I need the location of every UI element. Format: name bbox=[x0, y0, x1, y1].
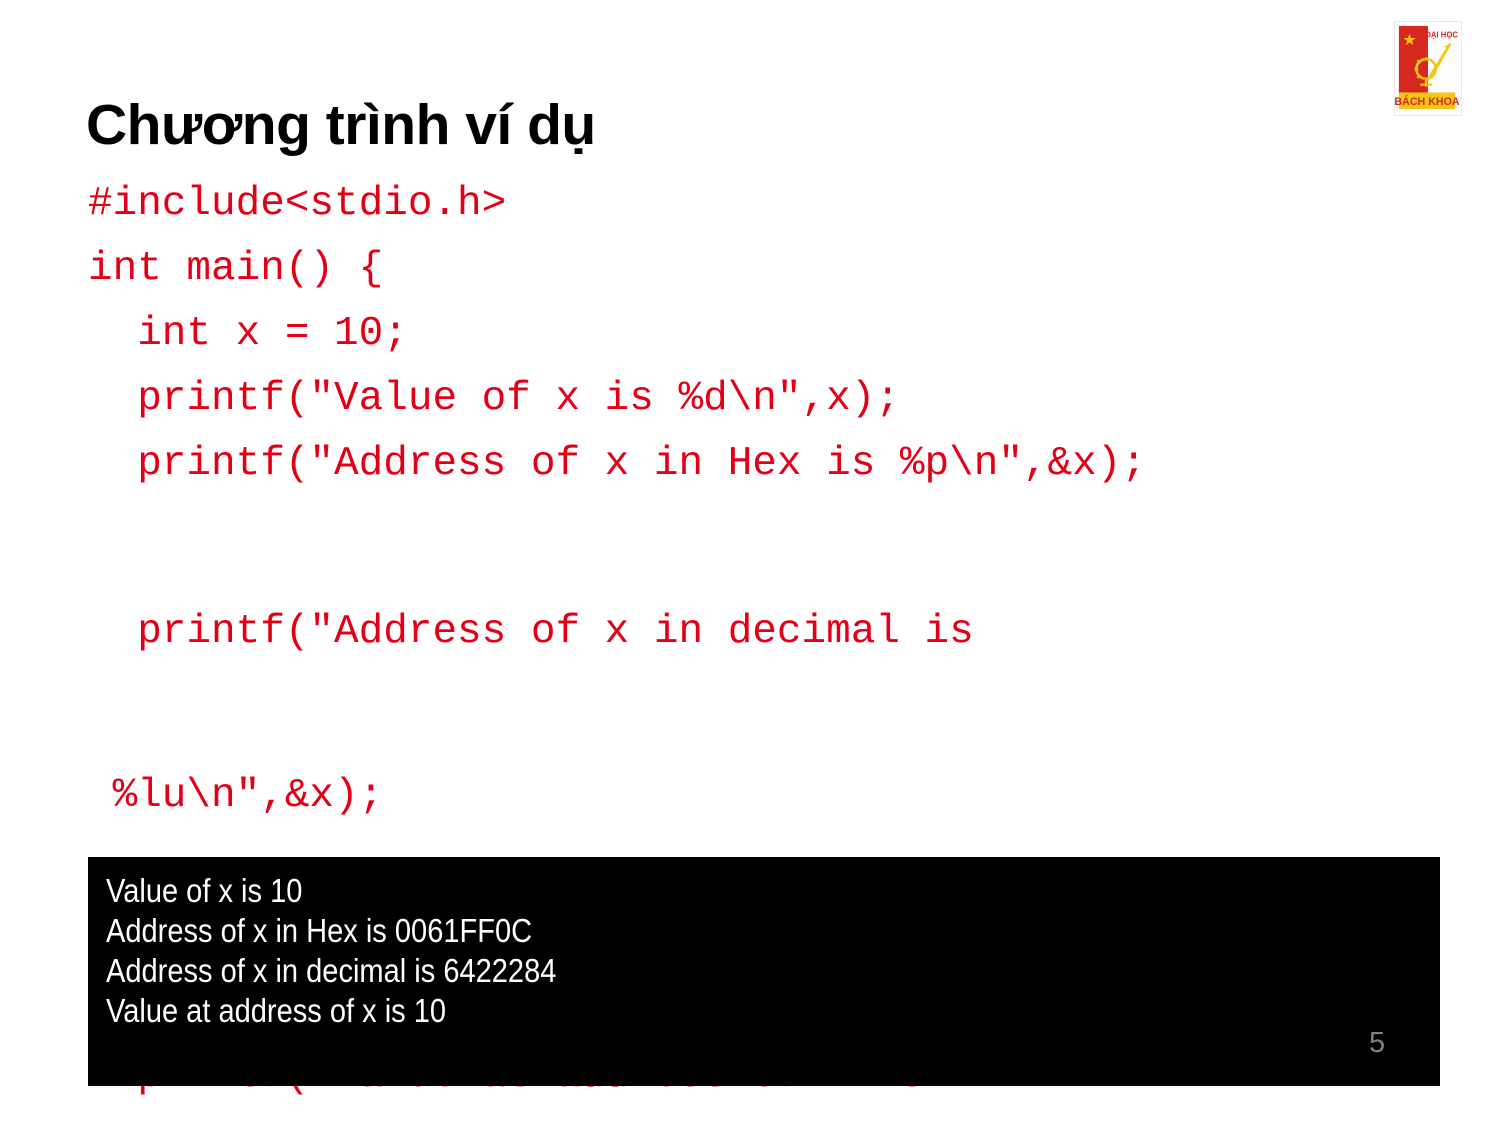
svg-text:ĐẠI HỌC: ĐẠI HỌC bbox=[1425, 31, 1458, 40]
code-line: printf("Address of x in Hex is %p\n",&x)… bbox=[88, 441, 1146, 487]
code-line-part: %lu\n",&x); bbox=[88, 773, 384, 819]
console-output: Value of x is 10 Address of x in Hex is … bbox=[88, 857, 1440, 1086]
code-line: int main() { bbox=[88, 246, 384, 292]
console-line: Value at address of x is 10 bbox=[106, 992, 447, 1029]
code-line: printf("Value of x is %d\n",x); bbox=[88, 376, 900, 422]
hcmut-logo: ĐẠI HỌC BÁCH KHOA bbox=[1394, 21, 1462, 116]
code-line: int x = 10; bbox=[88, 311, 408, 357]
svg-text:BÁCH KHOA: BÁCH KHOA bbox=[1395, 95, 1460, 108]
page-number: 5 bbox=[1369, 1027, 1386, 1059]
slide-canvas: ĐẠI HỌC BÁCH KHOA Chương trình ví dụ #in… bbox=[0, 0, 1499, 1124]
console-line: Address of x in decimal is 6422284 bbox=[106, 952, 557, 989]
console-line: Value of x is 10 bbox=[106, 872, 303, 909]
code-line-part: printf("Address of x in decimal is bbox=[88, 609, 974, 655]
hcmut-logo-icon: ĐẠI HỌC BÁCH KHOA bbox=[1395, 23, 1460, 114]
code-line: #include<stdio.h> bbox=[88, 181, 507, 227]
page-title: Chương trình ví dụ bbox=[86, 93, 596, 158]
console-line: Address of x in Hex is 0061FF0C bbox=[106, 912, 533, 949]
